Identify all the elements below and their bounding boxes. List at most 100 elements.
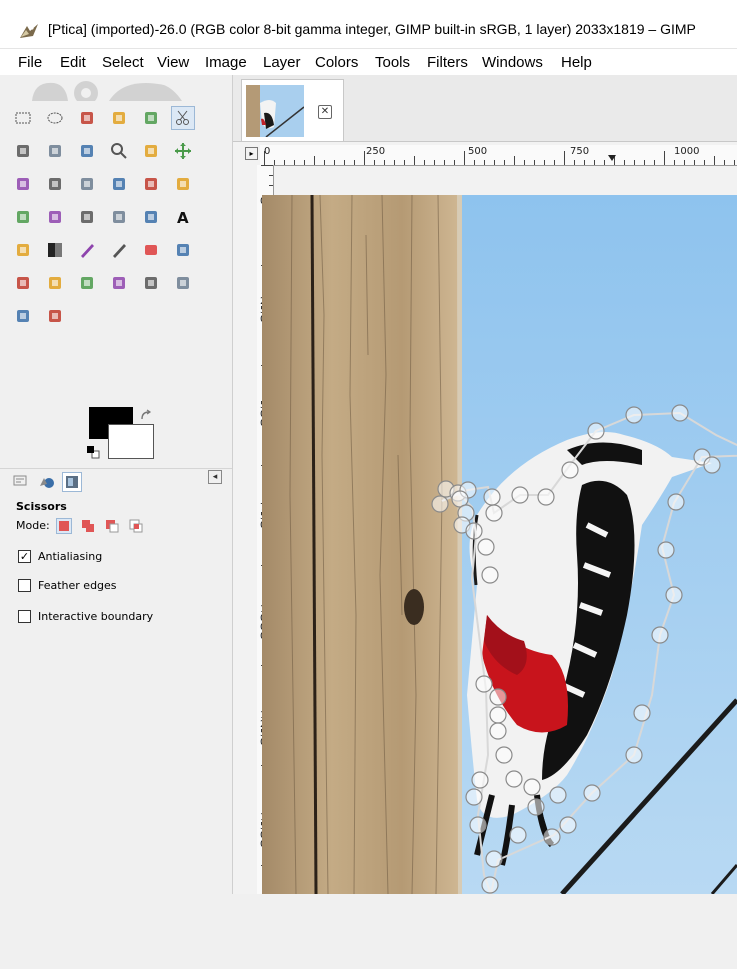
- ellipse-select-icon[interactable]: [43, 106, 67, 130]
- fuzzy-select-icon[interactable]: [107, 106, 131, 130]
- scissors-control-points[interactable]: [262, 195, 737, 894]
- control-point-handle[interactable]: [543, 828, 561, 846]
- perspective-icon[interactable]: [11, 205, 35, 229]
- warp-icon[interactable]: [139, 205, 163, 229]
- control-point-handle[interactable]: [465, 522, 483, 540]
- device-status-icon[interactable]: [12, 472, 30, 490]
- paths-icon[interactable]: [43, 139, 67, 163]
- interactive-boundary-checkbox[interactable]: [18, 609, 31, 623]
- crop-icon[interactable]: [43, 172, 67, 196]
- mode-add-icon[interactable]: [80, 518, 96, 534]
- heal-icon[interactable]: [107, 271, 131, 295]
- menu-help[interactable]: Help: [561, 54, 592, 71]
- align-icon[interactable]: [11, 172, 35, 196]
- menu-tools[interactable]: Tools: [375, 54, 410, 71]
- mode-subtract-icon[interactable]: [104, 518, 120, 534]
- image-tab[interactable]: ✕: [241, 79, 344, 141]
- control-point-handle[interactable]: [465, 788, 483, 806]
- control-point-handle[interactable]: [537, 488, 555, 506]
- gradient-icon[interactable]: [43, 238, 67, 262]
- control-point-handle[interactable]: [511, 486, 529, 504]
- move-icon[interactable]: [171, 139, 195, 163]
- swap-colors-icon[interactable]: [139, 409, 153, 423]
- text-icon[interactable]: A: [171, 205, 195, 229]
- control-point-handle[interactable]: [431, 495, 449, 513]
- control-point-handle[interactable]: [587, 422, 605, 440]
- blur-sharpen-icon[interactable]: [171, 271, 195, 295]
- measure-icon[interactable]: [139, 139, 163, 163]
- clone-icon[interactable]: [75, 271, 99, 295]
- control-point-handle[interactable]: [481, 876, 499, 894]
- control-point-handle[interactable]: [703, 456, 721, 474]
- color-picker-icon[interactable]: [75, 139, 99, 163]
- unified-transform-icon[interactable]: [75, 172, 99, 196]
- menu-edit[interactable]: Edit: [60, 54, 86, 71]
- mode-replace-icon[interactable]: [56, 518, 72, 534]
- menu-colors[interactable]: Colors: [315, 54, 358, 71]
- control-point-handle[interactable]: [481, 566, 499, 584]
- control-point-handle[interactable]: [633, 704, 651, 722]
- menu-view[interactable]: View: [157, 54, 189, 71]
- control-point-handle[interactable]: [471, 771, 489, 789]
- reset-colors-icon[interactable]: [86, 445, 100, 459]
- zoom-icon[interactable]: [107, 139, 131, 163]
- control-point-handle[interactable]: [469, 816, 487, 834]
- smudge-icon[interactable]: [11, 304, 35, 328]
- paintbrush-icon[interactable]: [107, 238, 131, 262]
- shear-icon[interactable]: [171, 172, 195, 196]
- control-point-handle[interactable]: [651, 626, 669, 644]
- control-point-handle[interactable]: [489, 706, 507, 724]
- scale-icon[interactable]: [139, 172, 163, 196]
- eraser-icon[interactable]: [139, 238, 163, 262]
- undo-history-icon[interactable]: [38, 472, 56, 490]
- control-point-handle[interactable]: [485, 850, 503, 868]
- control-point-handle[interactable]: [625, 406, 643, 424]
- airbrush-icon[interactable]: [171, 238, 195, 262]
- control-point-handle[interactable]: [665, 586, 683, 604]
- control-point-handle[interactable]: [561, 461, 579, 479]
- control-point-handle[interactable]: [495, 746, 513, 764]
- control-point-handle[interactable]: [583, 784, 601, 802]
- close-tab-icon[interactable]: ✕: [318, 105, 332, 119]
- flip-icon[interactable]: [75, 205, 99, 229]
- control-point-handle[interactable]: [549, 786, 567, 804]
- rotate-icon[interactable]: [107, 172, 131, 196]
- handle-transform-icon[interactable]: [43, 205, 67, 229]
- control-point-handle[interactable]: [489, 722, 507, 740]
- mypaint-brush-icon[interactable]: [43, 271, 67, 295]
- foreground-select-icon[interactable]: [11, 139, 35, 163]
- interactive-boundary-option[interactable]: Interactive boundary: [18, 608, 153, 624]
- navigate-toggle-icon[interactable]: ▸: [245, 147, 258, 160]
- configure-tab-icon[interactable]: ◂: [208, 470, 222, 484]
- perspective-clone-icon[interactable]: [139, 271, 163, 295]
- feather-edges-checkbox[interactable]: [18, 578, 31, 592]
- control-point-handle[interactable]: [475, 675, 493, 693]
- control-point-handle[interactable]: [559, 816, 577, 834]
- mode-intersect-icon[interactable]: [128, 518, 144, 534]
- menu-image[interactable]: Image: [205, 54, 247, 71]
- menu-filters[interactable]: Filters: [427, 54, 468, 71]
- rect-select-icon[interactable]: [11, 106, 35, 130]
- control-point-handle[interactable]: [625, 746, 643, 764]
- scissors-select-icon[interactable]: [171, 106, 195, 130]
- menu-layer[interactable]: Layer: [263, 54, 301, 71]
- menu-windows[interactable]: Windows: [482, 54, 543, 71]
- free-select-icon[interactable]: [75, 106, 99, 130]
- dodge-burn-icon[interactable]: [43, 304, 67, 328]
- ink-icon[interactable]: [11, 271, 35, 295]
- select-by-color-icon[interactable]: [139, 106, 163, 130]
- control-point-handle[interactable]: [489, 688, 507, 706]
- tool-options-tab-icon[interactable]: [62, 472, 82, 492]
- background-color-swatch[interactable]: [108, 424, 154, 459]
- control-point-handle[interactable]: [505, 770, 523, 788]
- control-point-handle[interactable]: [509, 826, 527, 844]
- antialiasing-checkbox[interactable]: ✓: [18, 549, 31, 563]
- control-point-handle[interactable]: [667, 493, 685, 511]
- bucket-fill-icon[interactable]: [11, 238, 35, 262]
- control-point-handle[interactable]: [523, 778, 541, 796]
- menu-select[interactable]: Select: [102, 54, 144, 71]
- feather-edges-option[interactable]: Feather edges: [18, 577, 117, 593]
- pencil-icon[interactable]: [75, 238, 99, 262]
- control-point-handle[interactable]: [527, 798, 545, 816]
- control-point-handle[interactable]: [483, 488, 501, 506]
